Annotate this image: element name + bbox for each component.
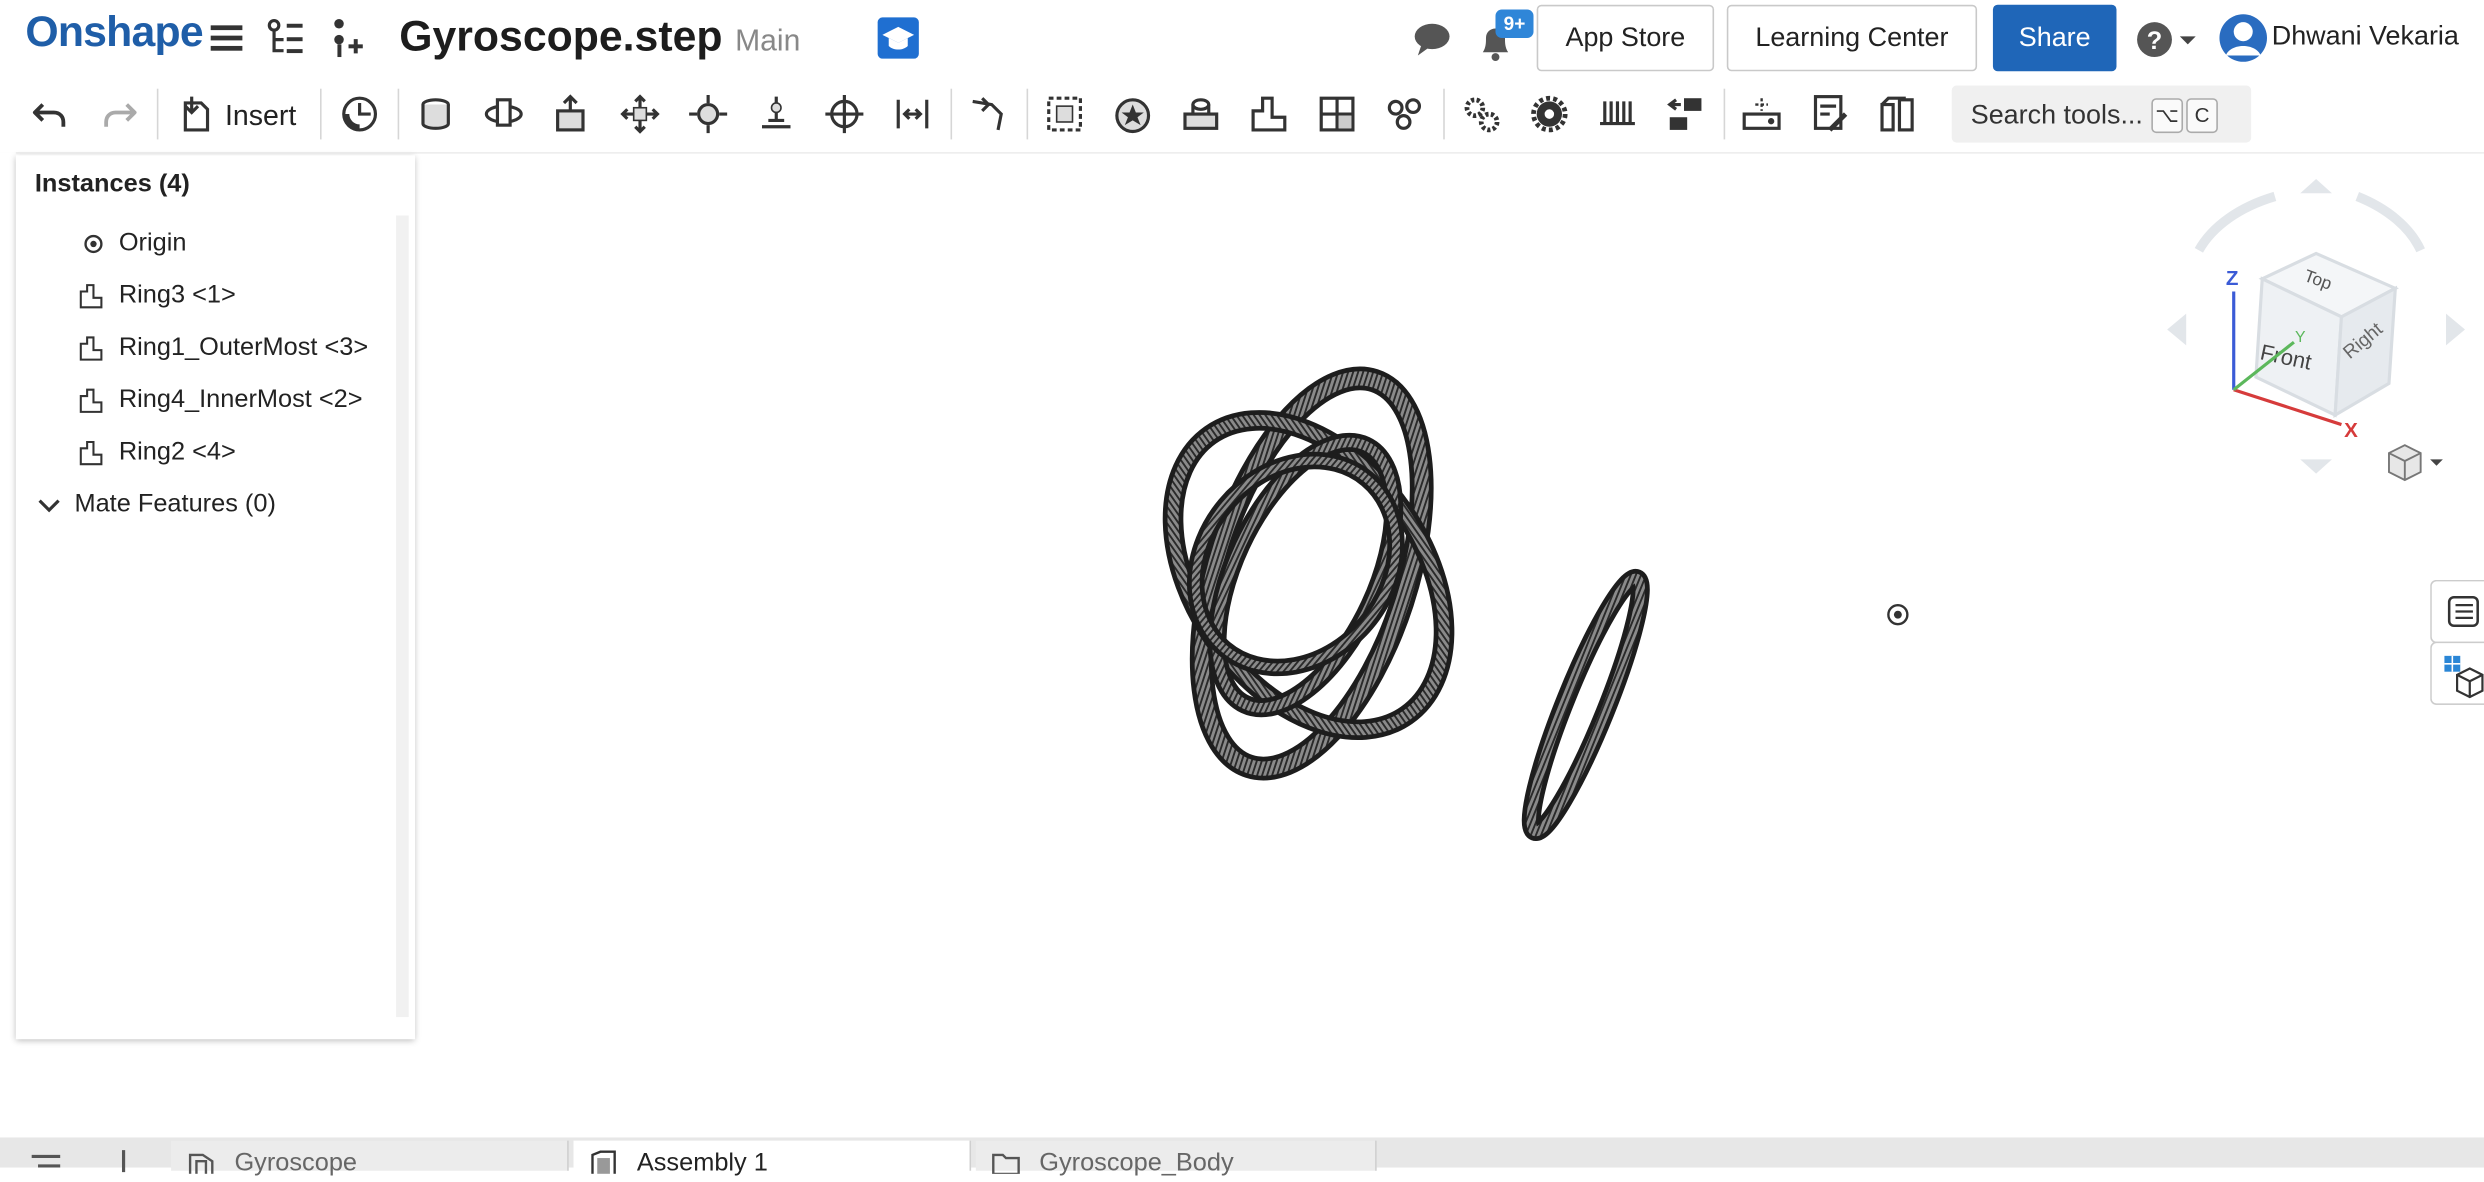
document-tab-bar: Gyroscope Assembly 1 Gyroscope_Body <box>0 1137 2484 1177</box>
slider-mate-icon[interactable] <box>550 92 594 136</box>
instance-label: Ring4_InnerMost <2> <box>118 386 363 414</box>
help-chevron-down-icon[interactable] <box>2177 19 2199 63</box>
screw-relation-icon[interactable] <box>1595 92 1639 136</box>
tab-label: Gyroscope_Body <box>1039 1150 1234 1178</box>
instances-panel: Instances (4) Origin Ring3 <1> Ring1_Out… <box>15 155 416 1040</box>
linear-pattern-icon[interactable] <box>1179 92 1223 136</box>
instance-label: Ring2 <4> <box>118 438 236 466</box>
width-mate-icon[interactable] <box>890 92 934 136</box>
versions-history-icon[interactable] <box>325 16 369 60</box>
shortcut-key-option: ⌥ <box>2151 98 2184 134</box>
mate-relations-icon[interactable] <box>1383 92 1427 136</box>
top-bar: Onshape Gyroscope.step Main 9+ App Store… <box>0 0 2484 77</box>
notifications-badge: 9+ <box>1495 9 1534 39</box>
rotate-left-arrow-icon <box>2167 313 2187 346</box>
tab-label: Gyroscope <box>234 1150 358 1178</box>
instance-item-ring3[interactable]: Ring3 <1> <box>16 272 396 320</box>
add-tab-icon[interactable] <box>111 1147 136 1173</box>
assembly-toolbar: Insert Search tools... ⌥ C <box>0 76 2484 154</box>
learning-center-button[interactable]: Learning Center <box>1726 4 1978 72</box>
rotate-down-arrow-icon <box>2300 459 2332 474</box>
planar-mate-icon[interactable] <box>618 92 662 136</box>
tab-assembly-1[interactable]: Assembly 1 <box>573 1140 972 1177</box>
instances-scrollbar[interactable] <box>396 215 409 1018</box>
display-states-icon[interactable] <box>1876 92 1920 136</box>
instance-item-origin[interactable]: Origin <box>16 220 396 268</box>
search-tools-placeholder: Search tools... <box>1970 99 2143 130</box>
assembly-icon <box>589 1149 618 1174</box>
gyroscope-rings-model[interactable] <box>1117 351 1500 795</box>
origin-marker-icon[interactable] <box>1887 603 1909 626</box>
configuration-panel-toggle[interactable] <box>2430 641 2484 705</box>
instance-item-ring4-innermost[interactable]: Ring4_InnerMost <2> <box>16 377 396 425</box>
gear-relation-icon[interactable] <box>1459 92 1503 136</box>
share-button[interactable]: Share <box>1992 4 2117 72</box>
ball-mate-icon[interactable] <box>686 92 730 136</box>
explode-view-icon[interactable] <box>1315 92 1359 136</box>
help-icon[interactable]: ? <box>2134 17 2178 61</box>
app-store-button[interactable]: App Store <box>1536 4 1715 72</box>
replicate-icon[interactable] <box>1111 92 1155 136</box>
section-view-icon[interactable] <box>1808 92 1852 136</box>
group-icon[interactable] <box>1042 92 1086 136</box>
user-avatar-icon[interactable] <box>2218 13 2269 64</box>
pin-slot-mate-icon[interactable] <box>754 92 798 136</box>
instances-title: Instances (4) <box>34 171 190 199</box>
mate-features-label: Mate Features (0) <box>74 491 276 519</box>
education-plan-icon[interactable] <box>877 17 919 59</box>
instance-label: Ring1_OuterMost <3> <box>118 334 369 362</box>
svg-text:?: ? <box>2147 27 2162 55</box>
menu-icon[interactable] <box>206 16 250 60</box>
revolute-mate-icon[interactable] <box>482 92 526 136</box>
tab-gyroscope[interactable]: Gyroscope <box>171 1140 569 1177</box>
folder-icon <box>992 1149 1021 1176</box>
rack-pinion-relation-icon[interactable] <box>1527 92 1571 136</box>
part-instance-icon <box>76 387 105 416</box>
comments-icon[interactable] <box>1410 17 1454 61</box>
tab-gyroscope-body[interactable]: Gyroscope_Body <box>975 1140 1377 1177</box>
instance-item-ring2[interactable]: Ring2 <4> <box>16 429 396 477</box>
bom-table-toggle[interactable] <box>2430 579 2484 644</box>
fastened-mate-icon[interactable] <box>413 92 457 136</box>
part-studio-icon <box>187 1149 216 1174</box>
view-cube-z-axis-label: Z <box>2226 267 2239 290</box>
part-instance-icon <box>76 282 105 311</box>
graphics-viewport[interactable]: Top Front Right Z Y X <box>415 152 2484 1137</box>
tab-list-icon[interactable] <box>29 1150 67 1172</box>
undo-icon[interactable] <box>29 92 73 136</box>
part-instance-icon <box>76 334 105 363</box>
instance-item-ring1-outermost[interactable]: Ring1_OuterMost <3> <box>16 325 396 373</box>
branch-label[interactable]: Main <box>735 25 800 60</box>
origin-icon <box>76 230 105 259</box>
document-title[interactable]: Gyroscope.step <box>399 13 722 62</box>
instance-label: Origin <box>118 229 187 257</box>
measure-icon[interactable] <box>1739 92 1783 136</box>
insert-label: Insert <box>224 99 297 132</box>
left-panel-edge <box>0 152 16 1144</box>
instance-label: Ring3 <1> <box>118 281 236 309</box>
mate-connector-icon[interactable] <box>966 92 1010 136</box>
named-positions-icon[interactable] <box>337 92 381 136</box>
search-tools-input[interactable]: Search tools... ⌥ C <box>1951 85 2252 143</box>
feature-list-icon[interactable] <box>265 16 309 60</box>
circular-pattern-icon[interactable] <box>1247 92 1291 136</box>
rotate-right-arrow-icon <box>2446 313 2466 346</box>
view-cube-x-axis-label: X <box>2344 419 2358 442</box>
part-instance-icon <box>76 439 105 468</box>
view-cube-y-axis-label: Y <box>2295 329 2306 346</box>
render-mode-dropdown[interactable] <box>2386 440 2449 484</box>
user-name[interactable]: Dhwani Vekaria <box>2272 21 2459 53</box>
rotate-up-arrow-icon <box>2300 179 2332 194</box>
linear-relation-icon[interactable] <box>1663 92 1707 136</box>
shortcut-key-c: C <box>2186 98 2218 134</box>
redo-icon[interactable] <box>97 92 141 136</box>
mate-features-folder[interactable]: Mate Features (0) <box>16 482 396 530</box>
ring-instance-model[interactable] <box>1516 568 1656 842</box>
chevron-down-icon[interactable] <box>35 491 64 520</box>
tab-label: Assembly 1 <box>636 1150 768 1178</box>
parallel-mate-icon[interactable] <box>822 92 866 136</box>
onshape-logo[interactable]: Onshape <box>25 8 203 57</box>
